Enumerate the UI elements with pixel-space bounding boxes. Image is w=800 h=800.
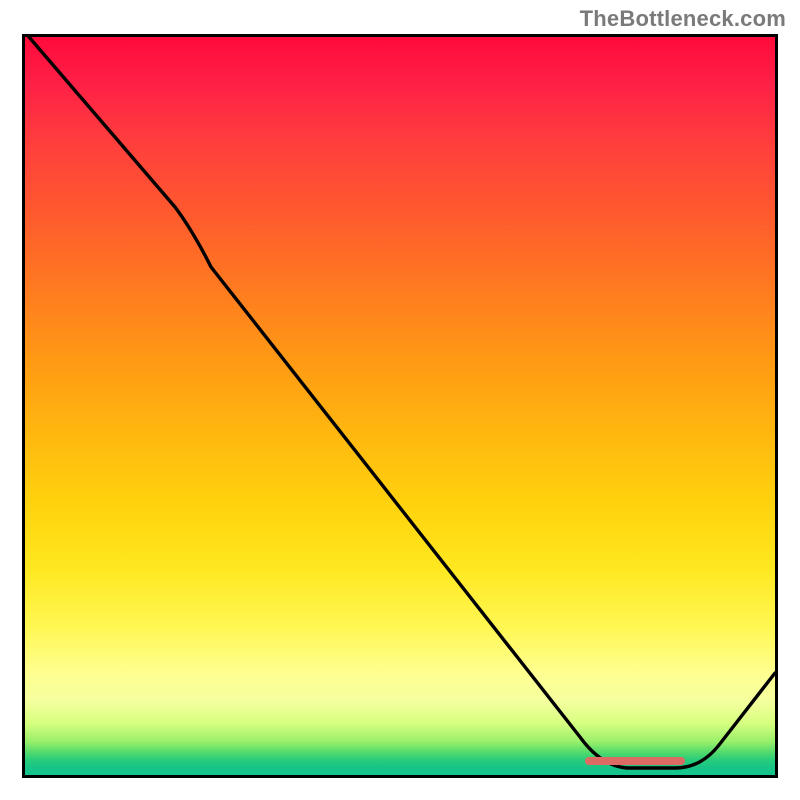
bottleneck-curve — [25, 37, 775, 775]
plot-inner — [25, 37, 775, 775]
plot-frame — [22, 34, 778, 778]
optimal-marker — [585, 757, 685, 765]
watermark-text: TheBottleneck.com — [580, 6, 786, 32]
chart-stage: TheBottleneck.com — [0, 0, 800, 800]
